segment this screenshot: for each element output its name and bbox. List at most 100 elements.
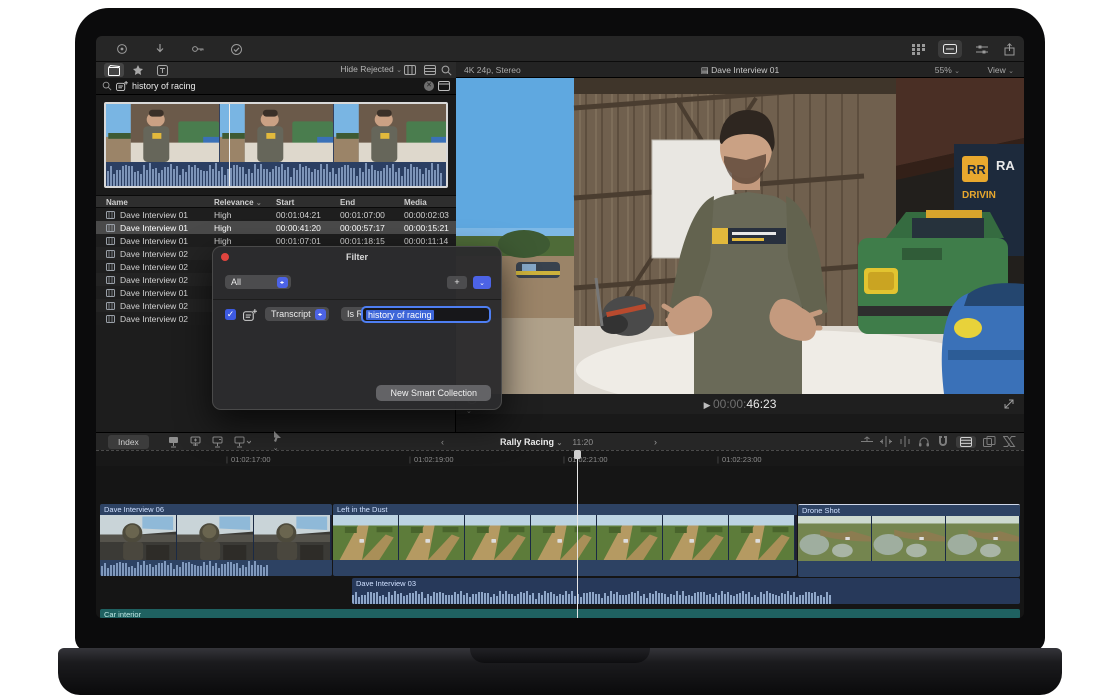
- append-clip-icon[interactable]: [211, 436, 224, 448]
- table-row[interactable]: Dave Interview 01High00:00:41:2000:00:57…: [96, 221, 456, 234]
- filter-dialog: Filter All + ⌄ ✓ Transcript Is Related T…: [212, 246, 502, 410]
- clip-appearance-button[interactable]: [956, 436, 976, 448]
- browser-toggle-icon[interactable]: [906, 40, 930, 58]
- timeline-clip-video[interactable]: Drone Shot: [798, 504, 1020, 577]
- divider: [213, 299, 501, 300]
- timeline-toolbar: Index ⌄ ‹ Rally Racing ⌄ 11:20 ›: [96, 432, 1024, 450]
- smart-collection-icon: [243, 309, 257, 321]
- skimmer-playhead: [229, 104, 230, 186]
- strip-appearance-icon[interactable]: [438, 81, 450, 91]
- stepper-icon: [277, 277, 288, 288]
- ruler-label: |01:02:19:00: [409, 455, 454, 464]
- voiceover-icon[interactable]: [110, 40, 134, 58]
- photos-audio-icon[interactable]: [128, 63, 148, 77]
- hide-rejected-popup[interactable]: Hide Rejected ⌄: [340, 64, 402, 74]
- ruler-label: |01:02:21:00: [563, 455, 608, 464]
- playhead[interactable]: [577, 450, 578, 618]
- list-header[interactable]: Name Relevance ⌄ Start End Media Duratio…: [96, 195, 456, 208]
- timeline-lanes: Dave Interview 06 Left in the Dust Drone…: [96, 466, 1024, 618]
- timeline-clip-audio[interactable]: Dave Interview 03: [352, 578, 1020, 604]
- timeline-clip-video[interactable]: Left in the Dust: [333, 504, 797, 576]
- col-relevance[interactable]: Relevance ⌄: [214, 198, 262, 207]
- search-magnifier-icon: [102, 81, 112, 91]
- dialog-title: Filter: [213, 247, 501, 262]
- new-smart-collection-button[interactable]: New Smart Collection: [376, 385, 491, 401]
- audio-skimming-icon[interactable]: [899, 436, 911, 447]
- filmstrip-view-icon[interactable]: [400, 63, 420, 77]
- match-popup[interactable]: All: [225, 275, 291, 289]
- fullscreen-icon[interactable]: [1004, 399, 1014, 409]
- view-popup[interactable]: View ⌄: [987, 65, 1014, 75]
- search-field[interactable]: history of racing ✕: [96, 78, 456, 95]
- stepper-icon: [315, 309, 326, 320]
- effects-browser-icon[interactable]: [983, 436, 996, 447]
- selected-clip-filmstrip[interactable]: [104, 102, 448, 188]
- viewer-video[interactable]: RR RA DRIVIN: [456, 78, 1024, 394]
- clip-thumbnail: [334, 104, 447, 162]
- clip-audio-waveform: [106, 162, 446, 186]
- insert-clip-icon[interactable]: [189, 436, 202, 448]
- clip-thumbnail: [399, 515, 465, 560]
- add-rule-menu-button[interactable]: ⌄: [473, 276, 491, 289]
- connect-clip-icon[interactable]: [167, 436, 180, 448]
- timeline-ruler[interactable]: |01:02:17:00|01:02:19:00|01:02:21:00|01:…: [96, 450, 1024, 466]
- clip-thumbnail: [177, 515, 254, 560]
- transitions-browser-icon[interactable]: [1003, 436, 1016, 447]
- keyword-icon[interactable]: [186, 40, 210, 58]
- clip-thumbnail: [663, 515, 729, 560]
- share-icon[interactable]: [998, 40, 1020, 58]
- laptop-base-notch: [470, 648, 650, 663]
- background-tasks-icon[interactable]: [224, 40, 248, 58]
- titles-generators-icon[interactable]: [152, 63, 172, 77]
- solo-icon[interactable]: [918, 436, 930, 447]
- prev-project-icon[interactable]: ‹: [441, 437, 444, 447]
- media-sidebar-icon[interactable]: [104, 63, 124, 77]
- clip-thumbnail: [946, 516, 1020, 561]
- timeline-toggle-icon[interactable]: [938, 40, 962, 58]
- clip-thumbnail: [597, 515, 663, 560]
- playhead-handle[interactable]: [574, 450, 581, 459]
- ruler-label: |01:02:23:00: [717, 455, 762, 464]
- rule-checkbox[interactable]: ✓: [225, 309, 236, 320]
- clip-thumbnail: [465, 515, 531, 560]
- clip-thumbnail: [254, 515, 331, 560]
- timeline-clip-video[interactable]: Dave Interview 06: [100, 504, 332, 576]
- skimming-icon[interactable]: [880, 436, 892, 447]
- import-icon[interactable]: [148, 40, 172, 58]
- zoom-popup[interactable]: 55% ⌄: [935, 65, 960, 75]
- next-project-icon[interactable]: ›: [654, 437, 657, 447]
- timeline-clip-music[interactable]: Car interior: [100, 609, 1020, 618]
- clip-thumbnail: [872, 516, 946, 561]
- svg-text:RA: RA: [996, 158, 1015, 173]
- clip-thumbnail: [798, 516, 872, 561]
- viewer-transport-bar: ⌄ ▶ 00:00:46:23: [456, 394, 1024, 414]
- clip-thumbnail: [220, 104, 333, 162]
- clip-thumbnail: [106, 104, 219, 162]
- clear-search-icon[interactable]: ✕: [424, 81, 434, 91]
- trim-icon[interactable]: [861, 436, 873, 447]
- search-icon[interactable]: [436, 63, 456, 77]
- rule-type-popup[interactable]: Transcript: [265, 307, 329, 321]
- clip-thumbnail: [100, 515, 177, 560]
- col-name[interactable]: Name: [106, 198, 128, 207]
- index-button[interactable]: Index: [108, 435, 149, 449]
- project-name-popup[interactable]: Rally Racing ⌄: [500, 437, 562, 447]
- snapping-icon[interactable]: [937, 436, 949, 447]
- clip-thumbnail: [333, 515, 399, 560]
- col-start[interactable]: Start: [276, 198, 294, 207]
- rule-value-field[interactable]: history of racing: [361, 306, 491, 323]
- add-rule-button[interactable]: +: [447, 276, 467, 289]
- col-end[interactable]: End: [340, 198, 355, 207]
- viewer-header: 4K 24p, Stereo ▤ Dave Interview 01 55% ⌄…: [456, 62, 1024, 78]
- table-row[interactable]: Dave Interview 01High00:01:04:2100:01:07…: [96, 208, 456, 221]
- project-duration: 11:20: [572, 437, 593, 447]
- search-input[interactable]: history of racing: [132, 81, 420, 91]
- viewer-panel: 4K 24p, Stereo ▤ Dave Interview 01 55% ⌄…: [456, 62, 1024, 432]
- overwrite-clip-icon[interactable]: [233, 436, 251, 448]
- app-toolbar: [96, 36, 1024, 62]
- browser-toolbar: Hide Rejected ⌄: [96, 62, 456, 78]
- inspector-toggle-icon[interactable]: [970, 40, 994, 58]
- fcp-window: Hide Rejected ⌄ history of racing ✕: [96, 36, 1024, 618]
- clip-thumbnail: [729, 515, 795, 560]
- tool-popup[interactable]: ⌄: [273, 431, 282, 452]
